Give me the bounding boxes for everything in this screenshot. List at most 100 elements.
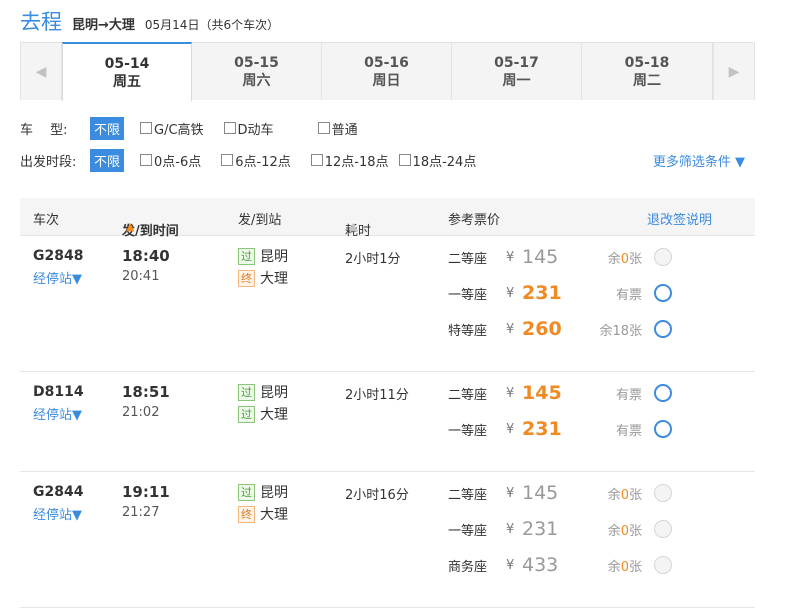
filter-checkbox-12-18[interactable]: 12点-18点: [310, 151, 389, 170]
seat-name: 二等座: [448, 251, 488, 267]
duration: 2小时1分: [345, 252, 401, 267]
filter-checkbox-normal[interactable]: 普通: [317, 119, 358, 138]
from-station: 过昆明: [238, 482, 288, 502]
currency: ¥: [506, 385, 515, 401]
seat-radio: [654, 484, 672, 502]
refund-info-link[interactable]: 退改签说明: [647, 209, 712, 228]
stops-label: 经停站: [33, 272, 73, 287]
filter-checkbox-0-6[interactable]: 0点-6点: [140, 151, 201, 170]
terminal-tag: 终: [238, 505, 255, 523]
currency: ¥: [506, 521, 515, 537]
more-filters-label: 更多筛选条件: [652, 154, 731, 170]
filter-checkbox-d[interactable]: D动车: [223, 119, 274, 138]
seat-option: 一等座 ¥ 231 有票: [448, 416, 748, 442]
seat-option: 一等座 ¥ 231 余0张: [448, 516, 748, 542]
train-number: D8114: [33, 384, 84, 400]
checkbox-label: 普通: [331, 122, 358, 138]
seat-price: 260: [522, 318, 562, 340]
filter-checkbox-18-24[interactable]: 18点-24点: [398, 151, 476, 170]
filter-label: 车 型:: [20, 122, 68, 138]
seat-radio[interactable]: [654, 320, 672, 338]
checkbox-icon: [398, 154, 411, 166]
seat-option: 一等座 ¥ 231 有票: [448, 280, 748, 306]
checkbox-icon: [223, 122, 236, 134]
tab-weekday: 周一: [502, 73, 531, 89]
filter-checkbox-gc[interactable]: G/C高铁: [140, 119, 204, 138]
seat-availability: 有票: [615, 387, 642, 403]
checkbox-label: 6点-12点: [235, 154, 291, 170]
tab-date-0517[interactable]: 05-17 周一: [452, 42, 582, 100]
train-type-all-option[interactable]: 不限: [90, 116, 125, 140]
seat-price: 145: [522, 246, 559, 268]
col-train-no: 车次: [33, 213, 60, 228]
date-tabs: ◀ 05-14 周五 05-15 周六 05-16 周日 05-17 周一 05…: [20, 42, 755, 101]
filter-row-depart-time: 出发时段: 不限 0点-6点 6点-12点 12点-18点 18点-24点 更多…: [20, 148, 755, 172]
stops-dropdown[interactable]: 经停站▼: [33, 504, 82, 523]
duration: 2小时16分: [345, 488, 409, 503]
caret-down-icon: ▼: [72, 272, 83, 287]
train-row-d8114: D8114 经停站▼ 18:51 21:02 过昆明 过大理 2小时11分 二等…: [20, 372, 755, 472]
route-label: 昆明→大理: [72, 18, 135, 33]
tab-date: 05-14: [104, 56, 150, 72]
seat-price: 433: [522, 554, 559, 576]
seat-availability: 有票: [615, 423, 642, 439]
currency: ¥: [506, 557, 515, 573]
tab-date: 05-17: [494, 55, 539, 71]
col-station: 发/到站: [238, 213, 282, 228]
arrow-up-icon: ▲: [349, 220, 358, 233]
seat-price: 145: [522, 482, 559, 504]
station-name: 昆明: [260, 485, 288, 501]
caret-down-icon: ▼: [72, 408, 83, 423]
tab-date-0516[interactable]: 05-16 周日: [322, 42, 452, 100]
page-title: 去程: [20, 10, 62, 34]
train-number: G2848: [33, 248, 84, 264]
seat-option: 商务座 ¥ 433 余0张: [448, 552, 748, 578]
seat-radio[interactable]: [654, 420, 672, 438]
seat-name: 商务座: [448, 559, 488, 575]
tab-weekday: 周二: [633, 73, 661, 89]
depart-time: 19:11: [122, 483, 170, 501]
seat-price: 231: [522, 282, 562, 304]
tab-date: 05-18: [624, 55, 670, 71]
train-number: G2844: [33, 484, 84, 500]
to-station: 过大理: [238, 404, 288, 424]
seat-price: 231: [522, 418, 562, 440]
arrive-time: 20:41: [122, 269, 160, 284]
chevron-left-icon[interactable]: ◀: [20, 42, 62, 100]
checkbox-icon: [140, 122, 153, 134]
tab-date-0518[interactable]: 05-18 周二: [582, 42, 713, 100]
depart-time-all-option[interactable]: 不限: [90, 148, 125, 172]
stops-dropdown[interactable]: 经停站▼: [33, 268, 82, 287]
more-filters-link[interactable]: 更多筛选条件 ▼: [653, 151, 745, 170]
to-station: 终大理: [238, 504, 288, 524]
seat-radio[interactable]: [654, 384, 672, 402]
terminal-tag: 终: [238, 269, 255, 287]
stops-dropdown[interactable]: 经停站▼: [33, 404, 82, 423]
checkbox-label: G/C高铁: [154, 122, 204, 138]
seat-price: 145: [522, 382, 562, 404]
stops-label: 经停站: [33, 408, 73, 423]
station-name: 昆明: [260, 385, 288, 401]
seat-option: 二等座 ¥ 145 有票: [448, 380, 748, 406]
seat-radio[interactable]: [654, 284, 672, 302]
depart-time: 18:51: [122, 383, 170, 401]
seat-name: 二等座: [448, 387, 488, 403]
tab-date-0514[interactable]: 05-14 周五: [62, 42, 192, 101]
checkbox-label: D动车: [237, 122, 274, 138]
chevron-right-icon[interactable]: ▶: [713, 42, 755, 100]
train-row-g2848: G2848 经停站▼ 18:40 20:41 过昆明 终大理 2小时1分 二等座…: [20, 236, 755, 372]
tab-weekday: 周六: [242, 73, 271, 89]
seat-name: 二等座: [448, 487, 488, 503]
pass-tag: 过: [238, 405, 255, 423]
filter-checkbox-6-12[interactable]: 6点-12点: [221, 151, 291, 170]
tab-date: 05-16: [364, 55, 409, 71]
arrive-time: 21:27: [122, 505, 160, 520]
caret-down-icon: ▼: [72, 508, 83, 523]
station-name: 大理: [260, 407, 288, 423]
seat-price: 231: [522, 518, 559, 540]
seat-availability: 余0张: [607, 487, 642, 503]
tab-date-0515[interactable]: 05-15 周六: [192, 42, 322, 100]
caret-down-icon: ▼: [735, 154, 745, 170]
checkbox-icon: [221, 154, 234, 166]
stops-label: 经停站: [33, 508, 73, 523]
